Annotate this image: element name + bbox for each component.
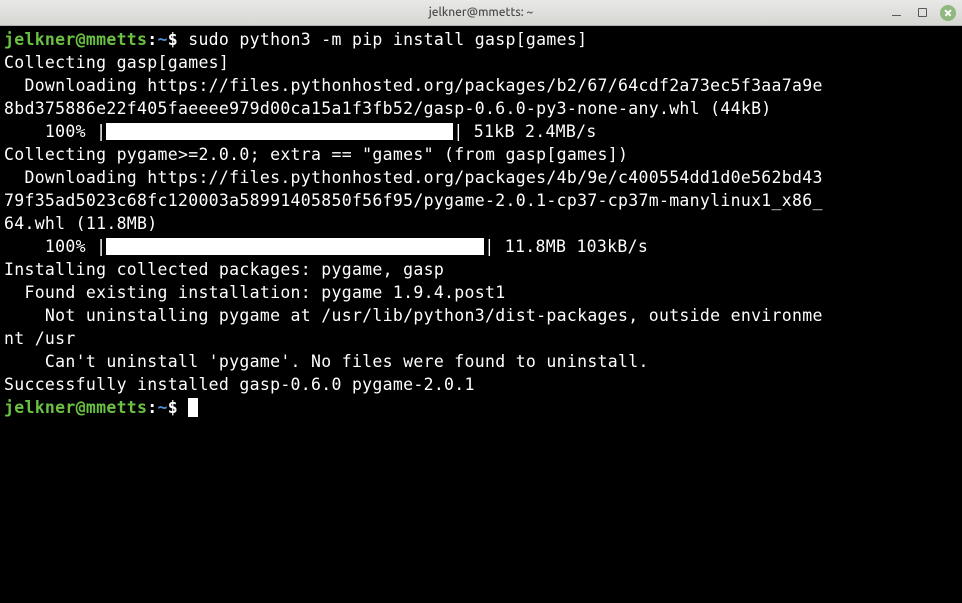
command-text: sudo python3 -m pip install gasp[games] <box>178 30 587 49</box>
progress-prefix: 100% | <box>4 237 106 256</box>
minimize-icon[interactable] <box>888 5 904 21</box>
output-line: Found existing installation: pygame 1.9.… <box>4 281 958 304</box>
progress-bar-icon <box>106 123 453 140</box>
cursor-icon <box>188 398 198 417</box>
prompt-dollar: $ <box>168 398 178 417</box>
maximize-icon[interactable] <box>914 5 930 21</box>
window-title: jelkner@mmetts: ~ <box>429 6 534 19</box>
output-progress-line: 100% | | 51kB 2.4MB/s <box>4 120 958 143</box>
window-controls <box>888 5 956 21</box>
progress-bar-icon <box>106 238 484 255</box>
output-line: Can't uninstall 'pygame'. No files were … <box>4 350 958 373</box>
prompt-user-host: jelkner@mmetts <box>4 30 147 49</box>
prompt-path: ~ <box>158 398 168 417</box>
output-line: 64.whl (11.8MB) <box>4 212 958 235</box>
output-line: 79f35ad5023c68fc120003a58991405850f56f95… <box>4 189 958 212</box>
output-line: Downloading https://files.pythonhosted.o… <box>4 166 958 189</box>
prompt-user-host: jelkner@mmetts <box>4 398 147 417</box>
prompt-line-1: jelkner@mmetts:~$ sudo python3 -m pip in… <box>4 28 958 51</box>
output-line: Downloading https://files.pythonhosted.o… <box>4 74 958 97</box>
output-progress-line: 100% | | 11.8MB 103kB/s <box>4 235 958 258</box>
output-line: nt /usr <box>4 327 958 350</box>
prompt-path: ~ <box>158 30 168 49</box>
prompt-line-2: jelkner@mmetts:~$ <box>4 396 958 419</box>
output-line: Not uninstalling pygame at /usr/lib/pyth… <box>4 304 958 327</box>
terminal-area[interactable]: jelkner@mmetts:~$ sudo python3 -m pip in… <box>0 26 962 603</box>
output-line: Collecting gasp[games] <box>4 51 958 74</box>
close-icon[interactable] <box>940 5 956 21</box>
output-line: Successfully installed gasp-0.6.0 pygame… <box>4 373 958 396</box>
prompt-colon: : <box>147 30 157 49</box>
prompt-colon: : <box>147 398 157 417</box>
output-line: 8bd375886e22f405faeeee979d00ca15a1f3fb52… <box>4 97 958 120</box>
progress-prefix: 100% | <box>4 122 106 141</box>
window-titlebar: jelkner@mmetts: ~ <box>0 0 962 26</box>
progress-suffix: | 51kB 2.4MB/s <box>453 122 607 141</box>
output-line: Collecting pygame>=2.0.0; extra == "game… <box>4 143 958 166</box>
output-line: Installing collected packages: pygame, g… <box>4 258 958 281</box>
progress-suffix: | 11.8MB 103kB/s <box>484 237 658 256</box>
prompt-dollar: $ <box>168 30 178 49</box>
